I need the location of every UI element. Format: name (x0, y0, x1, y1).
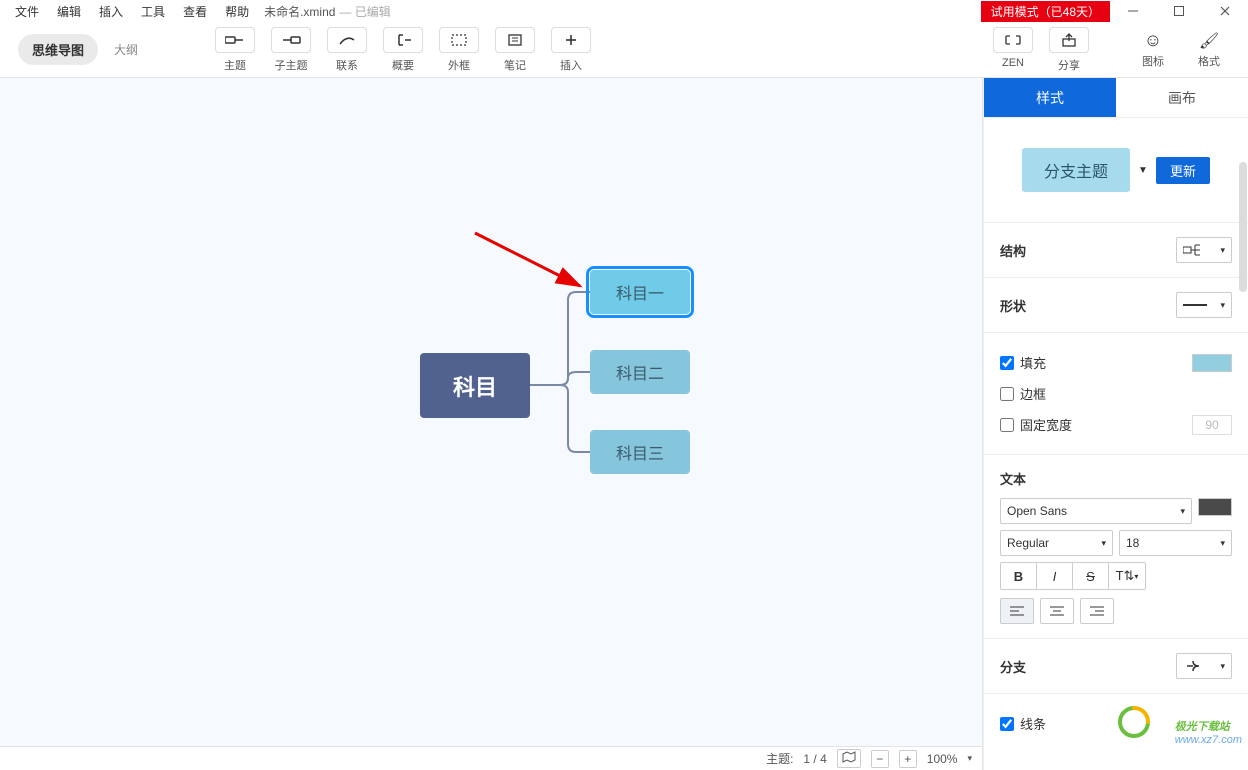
update-style-button[interactable]: 更新 (1156, 157, 1210, 184)
smiley-icon: ☺ (1144, 30, 1162, 51)
connectors (0, 78, 982, 770)
menu-insert[interactable]: 插入 (90, 0, 132, 23)
text-color-swatch[interactable] (1198, 498, 1232, 516)
shape-label: 形状 (1000, 296, 1026, 315)
status-bar: 主题: 1 / 4 − + 100% ▾ (0, 746, 982, 770)
toolbar-format[interactable]: 🖌 格式 (1184, 30, 1234, 69)
align-center-button[interactable] (1040, 598, 1074, 624)
branch-label: 分支 (1000, 657, 1026, 676)
align-left-button[interactable] (1000, 598, 1034, 624)
menu-view[interactable]: 查看 (174, 0, 216, 23)
status-topic-label: 主题: (766, 750, 793, 767)
document-edited-indicator: — 已编辑 (339, 3, 390, 20)
toolbar-insert[interactable]: 插入 (546, 27, 596, 73)
panel-tab-canvas[interactable]: 画布 (1116, 78, 1248, 118)
text-align-buttons (1000, 598, 1232, 624)
menu-edit[interactable]: 编辑 (48, 0, 90, 23)
menu-file[interactable]: 文件 (6, 0, 48, 23)
map-overview-icon[interactable] (837, 749, 861, 768)
strikethrough-button[interactable]: S (1073, 563, 1109, 589)
mindmap-child-3[interactable]: 科目三 (590, 430, 690, 474)
branch-style-icon (1183, 659, 1205, 673)
shape-dropdown[interactable]: ▾ (1176, 292, 1232, 318)
zoom-in-button[interactable]: + (899, 750, 917, 768)
watermark-brand: 极光下载站 (1175, 718, 1242, 734)
toolbar-relationship[interactable]: 联系 (322, 27, 372, 73)
toolbar-subtopic[interactable]: 子主题 (266, 27, 316, 73)
zoom-value[interactable]: 100% (927, 752, 958, 766)
toolbar-share[interactable]: 分享 (1044, 27, 1094, 73)
fill-color-swatch[interactable] (1192, 354, 1232, 372)
titlebar: 文件 编辑 插入 工具 查看 帮助 未命名.xmind — 已编辑 试用模式（已… (0, 0, 1248, 22)
toolbar-icons[interactable]: ☺ 图标 (1128, 30, 1178, 69)
toolbar-notes[interactable]: 笔记 (490, 27, 540, 73)
main-area: 科目 科目一 科目二 科目三 主题: 1 / 4 − + 100% ▾ 样式 画… (0, 78, 1248, 770)
format-panel: 样式 画布 分支主题 ▼ 更新 结构 ▾ 形状 (983, 78, 1248, 770)
window-maximize-button[interactable] (1156, 0, 1202, 22)
toolbar-zen[interactable]: ZEN (988, 27, 1038, 73)
panel-tab-style[interactable]: 样式 (984, 78, 1116, 118)
toolbar-topic[interactable]: 主题 (210, 27, 260, 73)
zoom-out-button[interactable]: − (871, 750, 889, 768)
tab-mindmap[interactable]: 思维导图 (18, 34, 98, 65)
caret-down-icon[interactable]: ▼ (1138, 165, 1148, 176)
fixed-width-checkbox[interactable]: 固定宽度 (1000, 415, 1072, 434)
trial-mode-badge[interactable]: 试用模式（已48天） (981, 1, 1110, 22)
watermark-logo-icon (1116, 704, 1152, 740)
font-size-dropdown[interactable]: 18▾ (1119, 530, 1232, 556)
menu-help[interactable]: 帮助 (216, 0, 258, 23)
bold-button[interactable]: B (1001, 563, 1037, 589)
line-shape-icon (1183, 301, 1207, 309)
watermark: 极光下载站 www.xz7.com (1175, 718, 1242, 746)
window-minimize-button[interactable] (1110, 0, 1156, 22)
chevron-down-icon[interactable]: ▾ (967, 753, 972, 764)
topic-type-dropdown[interactable]: 分支主题 (1022, 148, 1130, 192)
tab-outline[interactable]: 大纲 (102, 35, 150, 64)
menu-tools[interactable]: 工具 (132, 0, 174, 23)
fixed-width-value[interactable]: 90 (1192, 415, 1232, 435)
menu-bar: 文件 编辑 插入 工具 查看 帮助 (0, 0, 258, 23)
font-weight-dropdown[interactable]: Regular▾ (1000, 530, 1113, 556)
text-section-label: 文本 (1000, 469, 1232, 488)
mindmap-child-2[interactable]: 科目二 (590, 350, 690, 394)
document-title: 未命名.xmind (264, 3, 335, 20)
structure-dropdown[interactable]: ▾ (1176, 237, 1232, 263)
branch-style-dropdown[interactable]: ▾ (1176, 653, 1232, 679)
structure-icon (1183, 243, 1205, 257)
font-family-dropdown[interactable]: Open Sans▾ (1000, 498, 1192, 524)
toolbar-boundary[interactable]: 外框 (434, 27, 484, 73)
canvas[interactable]: 科目 科目一 科目二 科目三 主题: 1 / 4 − + 100% ▾ (0, 78, 983, 770)
structure-label: 结构 (1000, 241, 1026, 260)
align-right-button[interactable] (1080, 598, 1114, 624)
text-transform-button[interactable]: T⇅ ▾ (1109, 563, 1145, 589)
mindmap-root-node[interactable]: 科目 (420, 353, 530, 418)
annotation-arrow (470, 228, 600, 308)
italic-button[interactable]: I (1037, 563, 1073, 589)
mindmap-child-1[interactable]: 科目一 (590, 270, 690, 314)
window-close-button[interactable] (1202, 0, 1248, 22)
fill-checkbox[interactable]: 填充 (1000, 353, 1046, 372)
text-style-buttons: B I S T⇅ ▾ (1000, 562, 1146, 590)
panel-scrollbar[interactable] (1239, 162, 1247, 292)
watermark-url: www.xz7.com (1175, 734, 1242, 746)
brush-icon: 🖌 (1199, 31, 1219, 51)
status-topic-value: 1 / 4 (803, 752, 826, 766)
toolbar: 思维导图 大纲 主题 子主题 联系 概要 外框 笔记 插入 ZEN 分享 ☺ 图… (0, 22, 1248, 78)
toolbar-summary[interactable]: 概要 (378, 27, 428, 73)
border-checkbox[interactable]: 边框 (1000, 384, 1232, 403)
